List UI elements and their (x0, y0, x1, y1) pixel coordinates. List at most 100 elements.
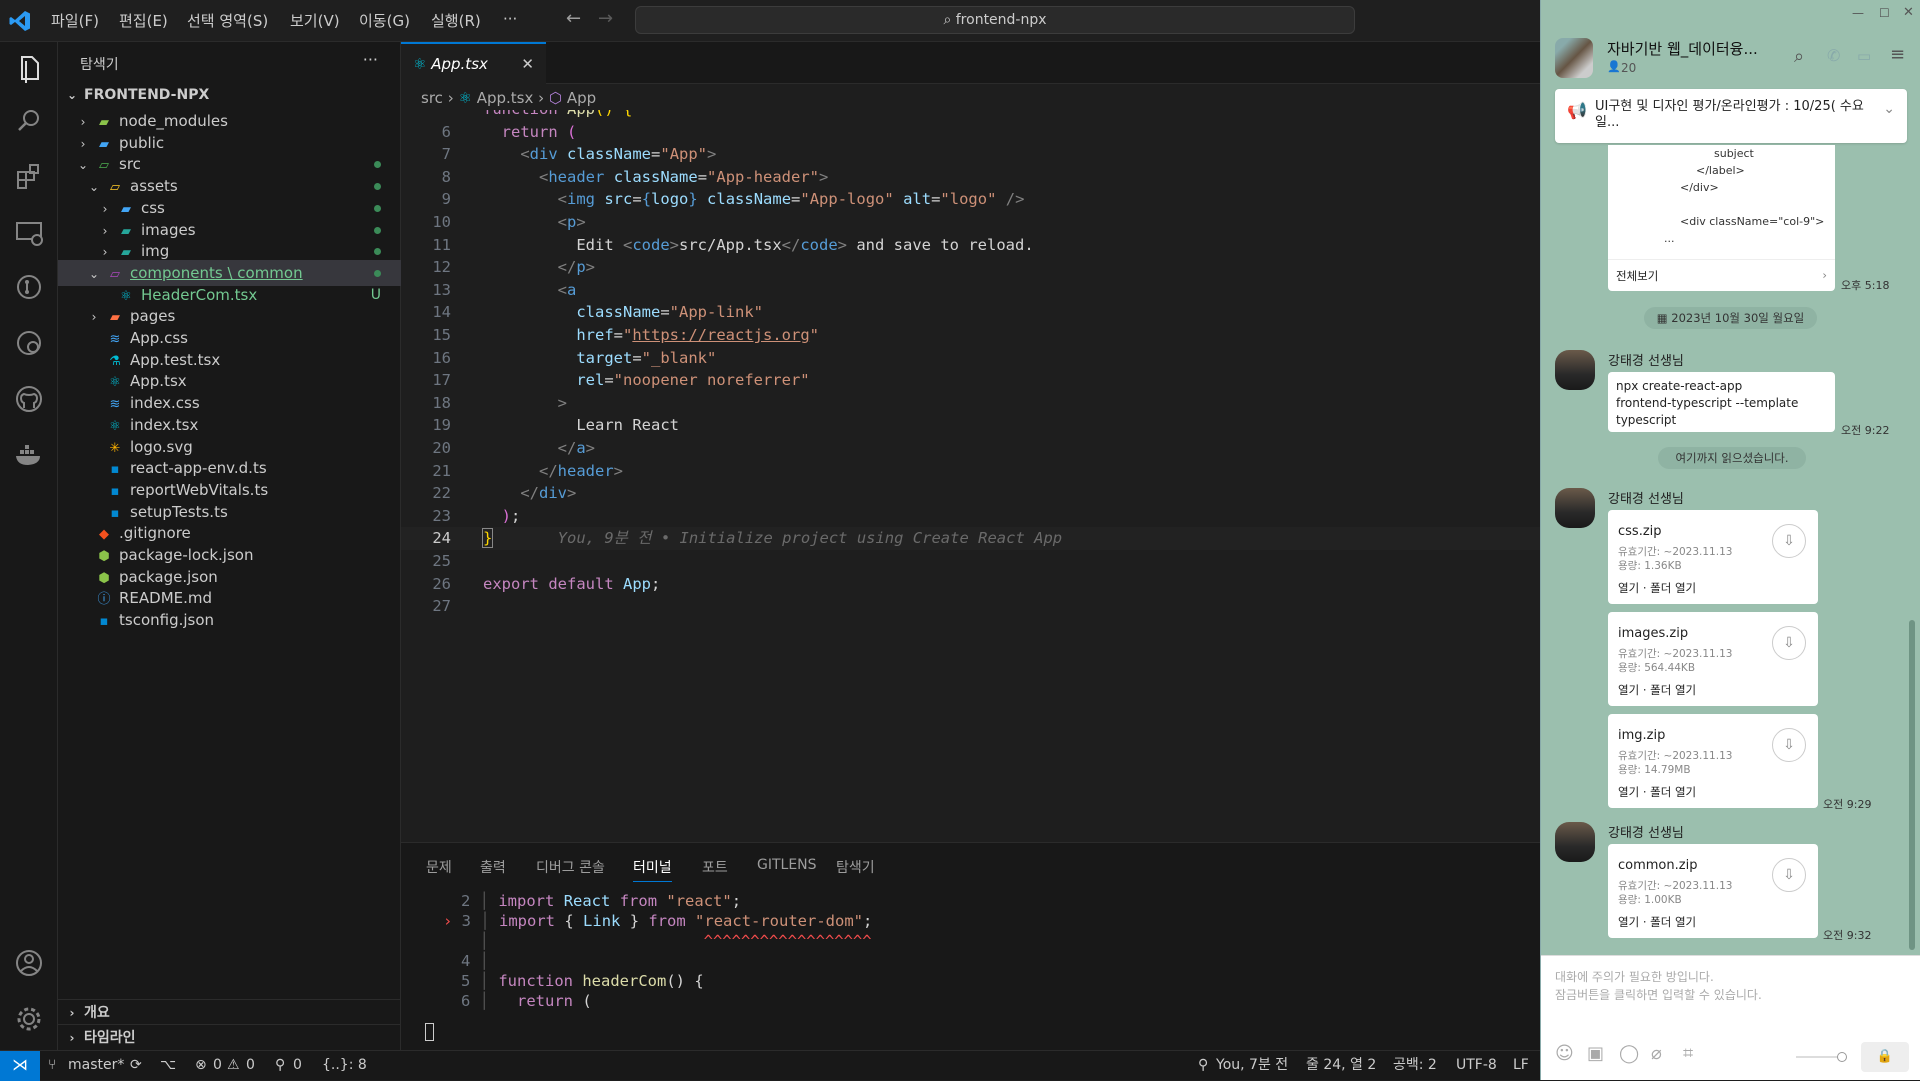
close-icon[interactable]: ✕ (521, 44, 534, 84)
indent-spaces[interactable]: 공백: 2 (1393, 1051, 1437, 1079)
menu-icon[interactable]: ≡ (1890, 44, 1905, 65)
sync-icon[interactable]: ⟳ (130, 1051, 142, 1079)
extensions-icon[interactable] (12, 160, 46, 194)
download-icon[interactable]: ⇩ (1772, 626, 1806, 660)
branch-icon[interactable]: ⑂ (48, 1051, 56, 1079)
explorer-icon[interactable] (12, 51, 46, 85)
terminal-line: 4 │ (461, 952, 499, 970)
message-bubble[interactable]: npx create-react-app frontend-typescript… (1608, 372, 1835, 432)
breadcrumb-file[interactable]: App.tsx (477, 89, 534, 107)
ports-icon[interactable]: ⚲ (275, 1051, 285, 1079)
file-bubble-img[interactable]: img.zip 유효기간: ~2023.11.13 용량: 14.79MB 열기… (1608, 714, 1818, 808)
outline-label: 개요 (84, 1005, 110, 1021)
blame-status[interactable]: You, 7분 전 (1216, 1051, 1288, 1079)
chevron-down-icon[interactable]: ⌄ (1883, 101, 1895, 117)
react-icon: ⚛ (458, 89, 472, 107)
group-avatar[interactable] (1555, 38, 1593, 78)
video-icon[interactable]: ▭ (1857, 47, 1871, 65)
avatar[interactable] (1555, 488, 1595, 528)
tab-terminal[interactable]: 터미널 (633, 857, 672, 882)
git-graph-icon[interactable]: ⌥ (160, 1051, 176, 1079)
crop-icon[interactable]: ⌗ (1683, 1043, 1693, 1064)
menu-edit[interactable]: 편집(E) (119, 10, 168, 31)
brace-count[interactable]: {..}: 8 (322, 1051, 367, 1079)
encoding[interactable]: UTF-8 (1456, 1051, 1497, 1079)
tree-item-tsconfig-json[interactable]: ▪ tsconfig.json (58, 607, 401, 633)
menu-file[interactable]: 파일(F) (51, 10, 99, 31)
ports-count[interactable]: 0 (293, 1051, 302, 1079)
download-icon[interactable]: ⇩ (1772, 524, 1806, 558)
run-debug-icon[interactable] (12, 326, 46, 360)
search-icon[interactable]: ⌕ (1794, 46, 1804, 67)
remote-icon[interactable]: ⋊ (0, 1051, 40, 1081)
breadcrumb-src[interactable]: src (421, 89, 443, 107)
open-folder-link[interactable]: 열기 · 폴더 열기 (1618, 784, 1696, 800)
command-center-search[interactable]: ⌕ frontend-npx (635, 6, 1355, 34)
lock-send-icon[interactable]: 🔒 (1861, 1042, 1909, 1072)
view-all-button[interactable]: 전체보기 › (1608, 259, 1835, 291)
volume-slider-thumb[interactable] (1837, 1052, 1847, 1062)
code-editor[interactable]: function App() { 6 return ( 7 <div class… (401, 110, 1540, 842)
speech-bubble-icon[interactable]: ◯ (1619, 1043, 1639, 1064)
explorer-root[interactable]: ⌄ FRONTEND-NPX (58, 82, 401, 108)
docker-icon[interactable] (12, 438, 46, 472)
menu-view[interactable]: 보기(V) (290, 10, 340, 31)
terminal[interactable]: 2 │ import React from "react"; › 3 │ imp… (401, 887, 1540, 1051)
end-of-line[interactable]: LF (1513, 1051, 1529, 1079)
menu-go[interactable]: 이동(G) (359, 10, 410, 31)
outline-section[interactable]: › 개요 (58, 999, 401, 1025)
notice-banner[interactable]: 📢 UI구현 및 디자인 평가/온라인평가 : 10/25( 수요일... ⌄ (1555, 89, 1907, 143)
error-icon[interactable]: ⊗ (195, 1051, 207, 1079)
search-icon[interactable] (12, 104, 46, 138)
maximize-icon[interactable]: ☐ (1879, 6, 1890, 20)
download-icon[interactable]: ⇩ (1772, 728, 1806, 762)
menu-run[interactable]: 실행(R) (431, 10, 481, 31)
error-count[interactable]: 0 (213, 1051, 222, 1079)
warning-count[interactable]: 0 (246, 1051, 255, 1079)
tab-app-tsx[interactable]: ⚛ App.tsx ✕ (401, 42, 546, 84)
download-icon[interactable]: ⇩ (1772, 858, 1806, 892)
branch-name[interactable]: master* (68, 1051, 124, 1079)
account-icon[interactable] (12, 946, 46, 980)
avatar[interactable] (1555, 350, 1595, 390)
settings-gear-icon[interactable] (12, 1002, 46, 1036)
phone-icon[interactable]: ✆ (1827, 46, 1840, 65)
cursor-position[interactable]: 줄 24, 열 2 (1306, 1051, 1376, 1079)
minimize-icon[interactable]: — (1852, 6, 1864, 20)
back-arrow-icon[interactable]: ← (566, 8, 581, 29)
file-bubble-images[interactable]: images.zip 유효기간: ~2023.11.13 용량: 564.44K… (1608, 612, 1818, 706)
avatar[interactable] (1555, 822, 1595, 862)
tab-explorer[interactable]: 탐색기 (836, 857, 875, 877)
more-actions-icon[interactable]: ··· (363, 50, 378, 69)
tree-item-label: setupTests.ts (130, 502, 228, 521)
forward-arrow-icon[interactable]: → (598, 8, 613, 29)
menu-more[interactable]: ··· (503, 10, 517, 28)
open-folder-link[interactable]: 열기 · 폴더 열기 (1618, 914, 1696, 930)
menu-selection[interactable]: 선택 영역(S) (187, 10, 268, 31)
tab-ports[interactable]: 포트 (702, 857, 728, 877)
timeline-section[interactable]: › 타임라인 (58, 1024, 401, 1050)
date-label: 2023년 10월 30일 월요일 (1671, 311, 1805, 325)
close-icon[interactable]: ✕ (1903, 5, 1914, 20)
remote-explorer-icon[interactable] (12, 216, 46, 250)
tab-problems[interactable]: 문제 (426, 857, 452, 877)
github-icon[interactable] (12, 382, 46, 416)
chat-input-placeholder[interactable]: 대화에 주의가 필요한 방입니다. 잠금버튼을 클릭하면 입력할 수 있습니다. (1555, 968, 1905, 1004)
warning-icon[interactable]: ⚠ (227, 1051, 240, 1079)
file-bubble-css[interactable]: css.zip 유효기간: ~2023.11.13 용량: 1.36KB 열기 … (1608, 510, 1818, 604)
volume-slider-track[interactable] (1796, 1056, 1842, 1058)
code-snippet-bubble[interactable]: subject </label> </div> <div className="… (1608, 145, 1835, 291)
breadcrumb-symbol[interactable]: App (567, 89, 596, 107)
calendar-check-icon[interactable]: ▣ (1587, 1043, 1604, 1064)
tab-output[interactable]: 출력 (480, 857, 506, 877)
open-folder-link[interactable]: 열기 · 폴더 열기 (1618, 580, 1696, 596)
tab-gitlens[interactable]: GITLENS (757, 857, 817, 873)
emoji-icon[interactable]: ☺ (1555, 1043, 1574, 1064)
file-bubble-common[interactable]: common.zip 유효기간: ~2023.11.13 용량: 1.00KB … (1608, 844, 1818, 938)
chat-scrollbar[interactable] (1909, 620, 1915, 950)
attach-icon[interactable]: ⌀ (1651, 1043, 1662, 1064)
tab-debug-console[interactable]: 디버그 콘솔 (536, 857, 605, 877)
chat-room-title[interactable]: 자바기반 웹_데이터융... (1607, 38, 1777, 59)
open-folder-link[interactable]: 열기 · 폴더 열기 (1618, 682, 1696, 698)
source-control-icon[interactable] (12, 270, 46, 304)
